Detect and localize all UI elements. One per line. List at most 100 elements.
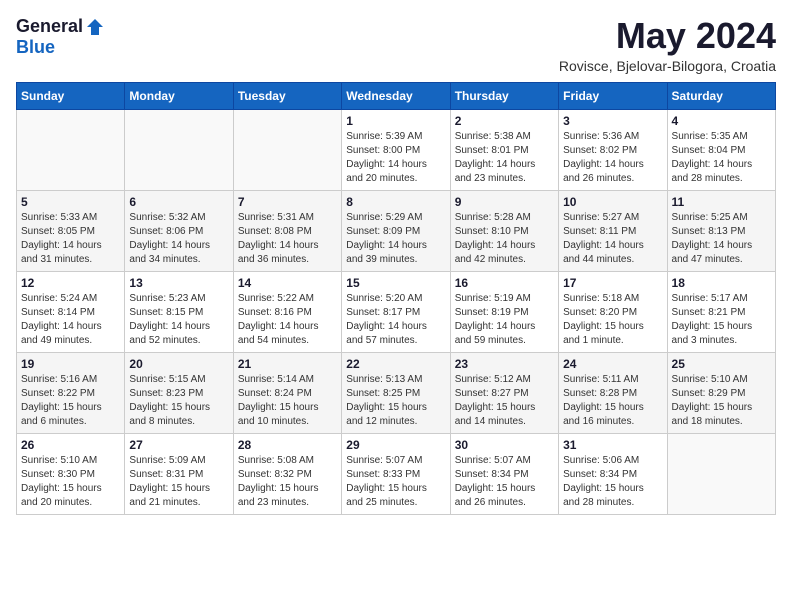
day-info: Sunrise: 5:17 AM Sunset: 8:21 PM Dayligh…: [672, 292, 771, 348]
day-number: 4: [672, 114, 771, 128]
calendar-week-row: 1 Sunrise: 5:39 AM Sunset: 8:00 PM Daylig…: [17, 109, 776, 190]
day-number: 29: [346, 438, 445, 452]
day-info: Sunrise: 5:38 AM Sunset: 8:01 PM Dayligh…: [455, 130, 554, 186]
calendar-cell: 16Sunrise: 5:19 AM Sunset: 8:19 PM Dayli…: [450, 271, 558, 352]
calendar-cell: 17 Sunrise: 5:18 AM Sunset: 8:20 PM Dayli…: [559, 271, 667, 352]
calendar-header-saturday: Saturday: [667, 82, 775, 109]
calendar-cell: [125, 109, 233, 190]
day-info: Sunrise: 5:09 AM Sunset: 8:31 PM Dayligh…: [129, 454, 228, 510]
title-section: May 2024 Rovisce, Bjelovar-Bilogora, Cro…: [559, 16, 776, 74]
calendar-cell: 11 Sunrise: 5:25 AM Sunset: 8:13 PM Dayli…: [667, 190, 775, 271]
logo: General Blue: [16, 16, 105, 58]
calendar-cell: 9Sunrise: 5:28 AM Sunset: 8:10 PM Daylig…: [450, 190, 558, 271]
day-info: Sunrise: 5:39 AM Sunset: 8:00 PM Dayligh…: [346, 130, 445, 186]
day-number: 5: [21, 195, 120, 209]
calendar-cell: [17, 109, 125, 190]
calendar-cell: 7 Sunrise: 5:31 AM Sunset: 8:08 PM Daylig…: [233, 190, 341, 271]
day-number: 1: [346, 114, 445, 128]
day-info: Sunrise: 5:36 AM Sunset: 8:02 PM Dayligh…: [563, 130, 662, 186]
month-title: May 2024: [559, 16, 776, 56]
day-info: Sunrise: 5:08 AM Sunset: 8:32 PM Dayligh…: [238, 454, 337, 510]
calendar-cell: 22 Sunrise: 5:13 AM Sunset: 8:25 PM Dayli…: [342, 352, 450, 433]
day-number: 8: [346, 195, 445, 209]
day-number: 18: [672, 276, 771, 290]
calendar-header-tuesday: Tuesday: [233, 82, 341, 109]
day-info: Sunrise: 5:15 AM Sunset: 8:23 PM Dayligh…: [129, 373, 228, 429]
calendar-cell: 28Sunrise: 5:08 AM Sunset: 8:32 PM Dayli…: [233, 433, 341, 514]
day-number: 22: [346, 357, 445, 371]
calendar-cell: 23Sunrise: 5:12 AM Sunset: 8:27 PM Dayli…: [450, 352, 558, 433]
day-info: Sunrise: 5:24 AM Sunset: 8:14 PM Dayligh…: [21, 292, 120, 348]
day-number: 15: [346, 276, 445, 290]
calendar-header-sunday: Sunday: [17, 82, 125, 109]
logo-blue-text: Blue: [16, 37, 55, 58]
calendar-cell: 19 Sunrise: 5:16 AM Sunset: 8:22 PM Dayli…: [17, 352, 125, 433]
day-number: 27: [129, 438, 228, 452]
day-number: 23: [455, 357, 554, 371]
calendar-cell: 29 Sunrise: 5:07 AM Sunset: 8:33 PM Dayli…: [342, 433, 450, 514]
day-info: Sunrise: 5:18 AM Sunset: 8:20 PM Dayligh…: [563, 292, 662, 348]
calendar-cell: 10 Sunrise: 5:27 AM Sunset: 8:11 PM Dayli…: [559, 190, 667, 271]
calendar-cell: 24 Sunrise: 5:11 AM Sunset: 8:28 PM Dayli…: [559, 352, 667, 433]
day-info: Sunrise: 5:06 AM Sunset: 8:34 PM Dayligh…: [563, 454, 662, 510]
calendar-cell: 25Sunrise: 5:10 AM Sunset: 8:29 PM Dayli…: [667, 352, 775, 433]
calendar-header-row: SundayMondayTuesdayWednesdayThursdayFrid…: [17, 82, 776, 109]
day-info: Sunrise: 5:32 AM Sunset: 8:06 PM Dayligh…: [129, 211, 228, 267]
day-number: 16: [455, 276, 554, 290]
logo-general-text: General: [16, 16, 83, 37]
day-number: 10: [563, 195, 662, 209]
day-info: Sunrise: 5:14 AM Sunset: 8:24 PM Dayligh…: [238, 373, 337, 429]
day-info: Sunrise: 5:33 AM Sunset: 8:05 PM Dayligh…: [21, 211, 120, 267]
day-info: Sunrise: 5:20 AM Sunset: 8:17 PM Dayligh…: [346, 292, 445, 348]
day-number: 13: [129, 276, 228, 290]
calendar-header-wednesday: Wednesday: [342, 82, 450, 109]
calendar-week-row: 19 Sunrise: 5:16 AM Sunset: 8:22 PM Dayli…: [17, 352, 776, 433]
day-info: Sunrise: 5:31 AM Sunset: 8:08 PM Dayligh…: [238, 211, 337, 267]
day-number: 14: [238, 276, 337, 290]
calendar-cell: [233, 109, 341, 190]
day-info: Sunrise: 5:22 AM Sunset: 8:16 PM Dayligh…: [238, 292, 337, 348]
calendar-cell: 13 Sunrise: 5:23 AM Sunset: 8:15 PM Dayli…: [125, 271, 233, 352]
calendar-cell: 14 Sunrise: 5:22 AM Sunset: 8:16 PM Dayli…: [233, 271, 341, 352]
day-info: Sunrise: 5:23 AM Sunset: 8:15 PM Dayligh…: [129, 292, 228, 348]
calendar-week-row: 5 Sunrise: 5:33 AM Sunset: 8:05 PM Daylig…: [17, 190, 776, 271]
day-info: Sunrise: 5:13 AM Sunset: 8:25 PM Dayligh…: [346, 373, 445, 429]
day-number: 26: [21, 438, 120, 452]
logo-icon: [85, 17, 105, 37]
calendar-cell: 2 Sunrise: 5:38 AM Sunset: 8:01 PM Daylig…: [450, 109, 558, 190]
day-info: Sunrise: 5:07 AM Sunset: 8:34 PM Dayligh…: [455, 454, 554, 510]
day-number: 7: [238, 195, 337, 209]
day-info: Sunrise: 5:25 AM Sunset: 8:13 PM Dayligh…: [672, 211, 771, 267]
page-header: General Blue May 2024 Rovisce, Bjelovar-…: [16, 16, 776, 74]
calendar-cell: 18 Sunrise: 5:17 AM Sunset: 8:21 PM Dayli…: [667, 271, 775, 352]
calendar-cell: [667, 433, 775, 514]
day-number: 11: [672, 195, 771, 209]
calendar-cell: 26Sunrise: 5:10 AM Sunset: 8:30 PM Dayli…: [17, 433, 125, 514]
day-info: Sunrise: 5:11 AM Sunset: 8:28 PM Dayligh…: [563, 373, 662, 429]
location-text: Rovisce, Bjelovar-Bilogora, Croatia: [559, 58, 776, 74]
day-info: Sunrise: 5:16 AM Sunset: 8:22 PM Dayligh…: [21, 373, 120, 429]
day-number: 19: [21, 357, 120, 371]
calendar-header-thursday: Thursday: [450, 82, 558, 109]
day-number: 2: [455, 114, 554, 128]
day-info: Sunrise: 5:27 AM Sunset: 8:11 PM Dayligh…: [563, 211, 662, 267]
calendar-header-friday: Friday: [559, 82, 667, 109]
calendar-cell: 31 Sunrise: 5:06 AM Sunset: 8:34 PM Dayli…: [559, 433, 667, 514]
calendar-cell: 30Sunrise: 5:07 AM Sunset: 8:34 PM Dayli…: [450, 433, 558, 514]
calendar-cell: 8Sunrise: 5:29 AM Sunset: 8:09 PM Daylig…: [342, 190, 450, 271]
day-number: 9: [455, 195, 554, 209]
day-number: 12: [21, 276, 120, 290]
day-info: Sunrise: 5:07 AM Sunset: 8:33 PM Dayligh…: [346, 454, 445, 510]
calendar-week-row: 26Sunrise: 5:10 AM Sunset: 8:30 PM Dayli…: [17, 433, 776, 514]
calendar-cell: 5 Sunrise: 5:33 AM Sunset: 8:05 PM Daylig…: [17, 190, 125, 271]
day-number: 21: [238, 357, 337, 371]
day-number: 24: [563, 357, 662, 371]
day-info: Sunrise: 5:10 AM Sunset: 8:29 PM Dayligh…: [672, 373, 771, 429]
day-number: 31: [563, 438, 662, 452]
calendar-week-row: 12 Sunrise: 5:24 AM Sunset: 8:14 PM Dayli…: [17, 271, 776, 352]
calendar-cell: 21 Sunrise: 5:14 AM Sunset: 8:24 PM Dayli…: [233, 352, 341, 433]
calendar-cell: 3Sunrise: 5:36 AM Sunset: 8:02 PM Daylig…: [559, 109, 667, 190]
day-number: 17: [563, 276, 662, 290]
calendar-cell: 15 Sunrise: 5:20 AM Sunset: 8:17 PM Dayli…: [342, 271, 450, 352]
calendar-table: SundayMondayTuesdayWednesdayThursdayFrid…: [16, 82, 776, 515]
